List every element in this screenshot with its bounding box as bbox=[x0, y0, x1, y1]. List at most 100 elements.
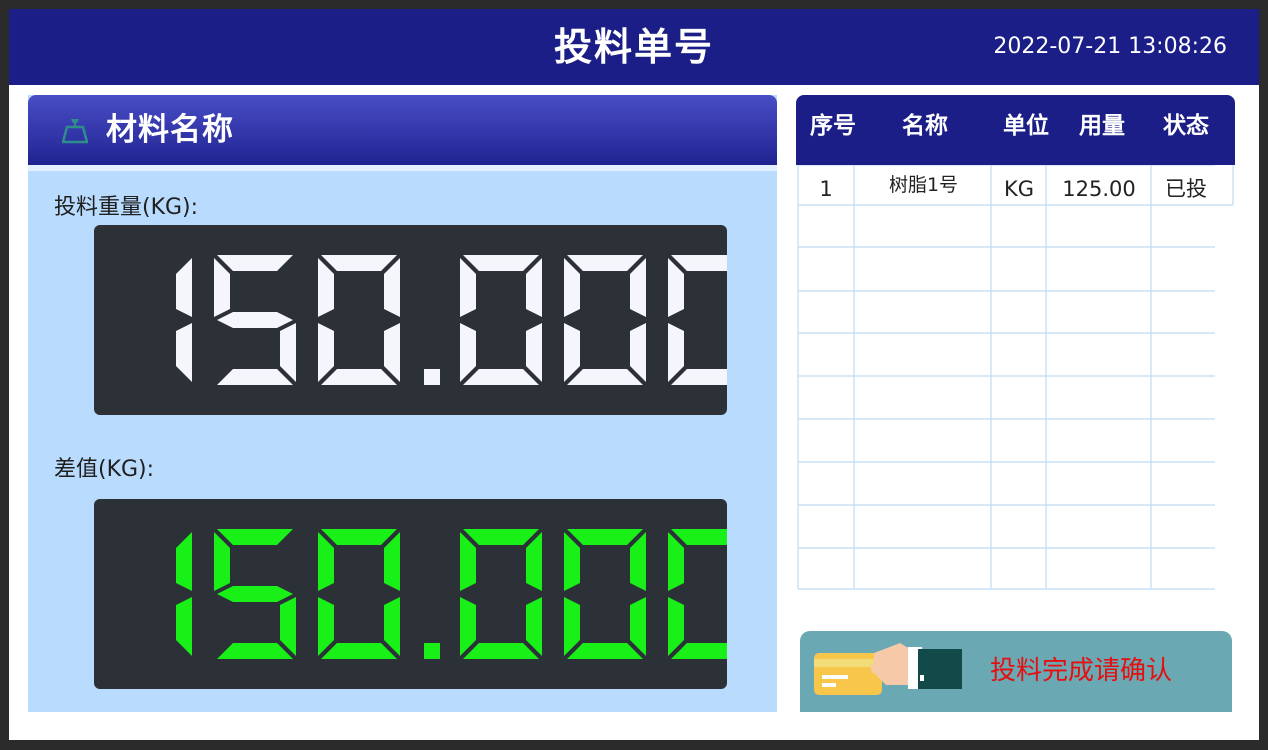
lcd-segment bbox=[176, 597, 192, 656]
lcd-digit bbox=[214, 529, 296, 659]
lcd-segment bbox=[671, 369, 727, 385]
lcd-segment bbox=[564, 258, 580, 317]
lcd-digit bbox=[460, 255, 542, 385]
lcd-segment bbox=[280, 597, 296, 656]
lcd-segment bbox=[217, 643, 293, 659]
lcd-segment bbox=[630, 258, 646, 317]
lcd-digit bbox=[564, 255, 646, 385]
lcd-segment bbox=[321, 255, 397, 271]
col-header-name: 名称 bbox=[902, 113, 948, 139]
lcd-segment bbox=[671, 643, 727, 659]
datetime-display: 2022-07-21 13:08:26 bbox=[993, 34, 1227, 59]
lcd-segment bbox=[217, 586, 293, 602]
col-header-status: 状态 bbox=[1163, 113, 1209, 139]
lcd-segment bbox=[567, 369, 643, 385]
lcd-segment bbox=[567, 255, 643, 271]
lcd-segment bbox=[526, 323, 542, 382]
col-header-amount: 用量 bbox=[1079, 113, 1125, 139]
material-panel: 材料名称 投料重量(KG): 差值(KG): bbox=[28, 95, 777, 712]
lcd-segment bbox=[384, 597, 400, 656]
top-bar: 投料单号 2022-07-21 13:08:26 bbox=[9, 9, 1259, 85]
lcd-segment bbox=[564, 532, 580, 591]
lcd-segment bbox=[318, 258, 334, 317]
lcd-digit bbox=[668, 255, 727, 385]
lcd-segment bbox=[217, 369, 293, 385]
table-header: 序号 名称 单位 用量 状态 bbox=[796, 95, 1235, 165]
row-amount: 125.00 bbox=[1062, 177, 1136, 201]
lcd-segment bbox=[460, 532, 476, 591]
lcd-segment bbox=[460, 258, 476, 317]
lcd-digit bbox=[460, 529, 542, 659]
lcd-digit bbox=[214, 255, 296, 385]
lcd-segment bbox=[280, 323, 296, 382]
lcd-segment bbox=[384, 258, 400, 317]
row-index: 1 bbox=[819, 177, 833, 201]
lcd-digit bbox=[318, 529, 400, 659]
lcd-digit bbox=[564, 529, 646, 659]
material-header: 材料名称 bbox=[28, 95, 777, 165]
lcd-segment bbox=[176, 532, 192, 591]
lcd-segment bbox=[671, 255, 727, 271]
lcd-segment bbox=[176, 323, 192, 382]
lcd-segment bbox=[176, 258, 192, 317]
weight-label: 投料重量(KG): bbox=[54, 195, 199, 220]
lcd-segment bbox=[217, 312, 293, 328]
lcd-segment bbox=[463, 529, 539, 545]
diff-lcd-display bbox=[94, 499, 727, 689]
lcd-segment bbox=[668, 597, 684, 656]
lcd-segment bbox=[384, 532, 400, 591]
lcd-segment bbox=[668, 323, 684, 382]
header-divider bbox=[28, 165, 777, 171]
lcd-segment bbox=[564, 323, 580, 382]
material-table: 1 树脂1号 KG 125.00 已投 bbox=[796, 164, 1235, 595]
lcd-segment bbox=[217, 529, 293, 545]
scale-icon bbox=[62, 119, 88, 144]
lcd-segment bbox=[567, 529, 643, 545]
lcd-digit bbox=[668, 529, 727, 659]
lcd-segment bbox=[318, 597, 334, 656]
lcd-segment bbox=[321, 529, 397, 545]
weight-digits bbox=[176, 255, 727, 385]
confirm-label: 投料完成请确认 bbox=[990, 656, 1173, 686]
lcd-segment bbox=[526, 532, 542, 591]
lcd-segment bbox=[217, 255, 293, 271]
lcd-segment bbox=[630, 323, 646, 382]
lcd-segment bbox=[321, 369, 397, 385]
lcd-digit bbox=[176, 532, 192, 656]
row-material-name: 树脂1号 bbox=[888, 174, 959, 196]
row-unit: KG bbox=[1003, 177, 1035, 201]
lcd-segment bbox=[318, 323, 334, 382]
lcd-segment bbox=[460, 323, 476, 382]
diff-label: 差值(KG): bbox=[54, 457, 155, 482]
diff-digits bbox=[176, 529, 727, 659]
col-header-index: 序号 bbox=[810, 113, 856, 139]
lcd-digit bbox=[176, 258, 192, 382]
lcd-segment bbox=[460, 597, 476, 656]
app-frame: 投料单号 2022-07-21 13:08:26 材料名称 投料重量(KG): … bbox=[9, 9, 1259, 740]
lcd-segment bbox=[384, 323, 400, 382]
lcd-segment bbox=[564, 597, 580, 656]
lcd-segment bbox=[463, 255, 539, 271]
confirm-feeding-button[interactable]: 投料完成请确认 bbox=[800, 631, 1232, 712]
col-header-unit: 单位 bbox=[1003, 113, 1049, 139]
lcd-segment bbox=[463, 369, 539, 385]
lcd-segment bbox=[214, 258, 230, 317]
card-payment-icon bbox=[814, 643, 962, 695]
lcd-segment bbox=[318, 532, 334, 591]
row-status: 已投 bbox=[1165, 177, 1207, 201]
lcd-segment bbox=[321, 643, 397, 659]
lcd-segment bbox=[567, 643, 643, 659]
lcd-segment bbox=[463, 643, 539, 659]
lcd-segment bbox=[526, 597, 542, 656]
material-name-title: 材料名称 bbox=[106, 112, 234, 148]
table-grid-lines bbox=[797, 164, 1234, 590]
lcd-segment bbox=[526, 258, 542, 317]
lcd-segment bbox=[630, 597, 646, 656]
material-table-panel: 序号 名称 单位 用量 状态 1 树脂1号 KG 125.00 已投 投料完成请… bbox=[796, 95, 1235, 712]
lcd-segment bbox=[668, 258, 684, 317]
lcd-segment bbox=[668, 532, 684, 591]
lcd-decimal-point bbox=[424, 643, 440, 659]
lcd-segment bbox=[671, 529, 727, 545]
lcd-digit bbox=[318, 255, 400, 385]
lcd-decimal-point bbox=[424, 369, 440, 385]
